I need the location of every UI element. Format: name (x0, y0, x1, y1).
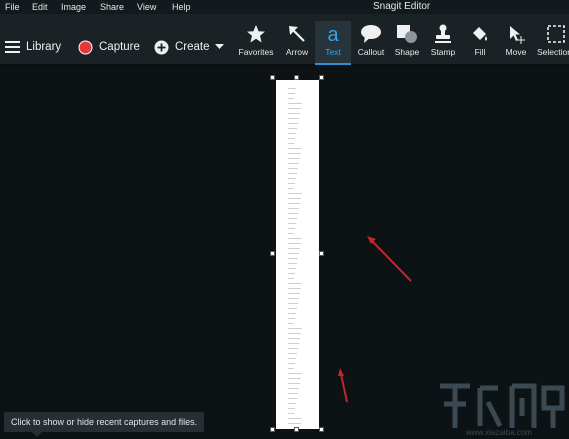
watermark-url: www.xiazaiba.com (466, 428, 532, 437)
tooltip: Click to show or hide recent captures an… (4, 412, 205, 437)
annotation-arrow[interactable] (338, 368, 348, 403)
annotation-arrow[interactable] (367, 236, 412, 282)
annotation-layer (338, 236, 412, 403)
